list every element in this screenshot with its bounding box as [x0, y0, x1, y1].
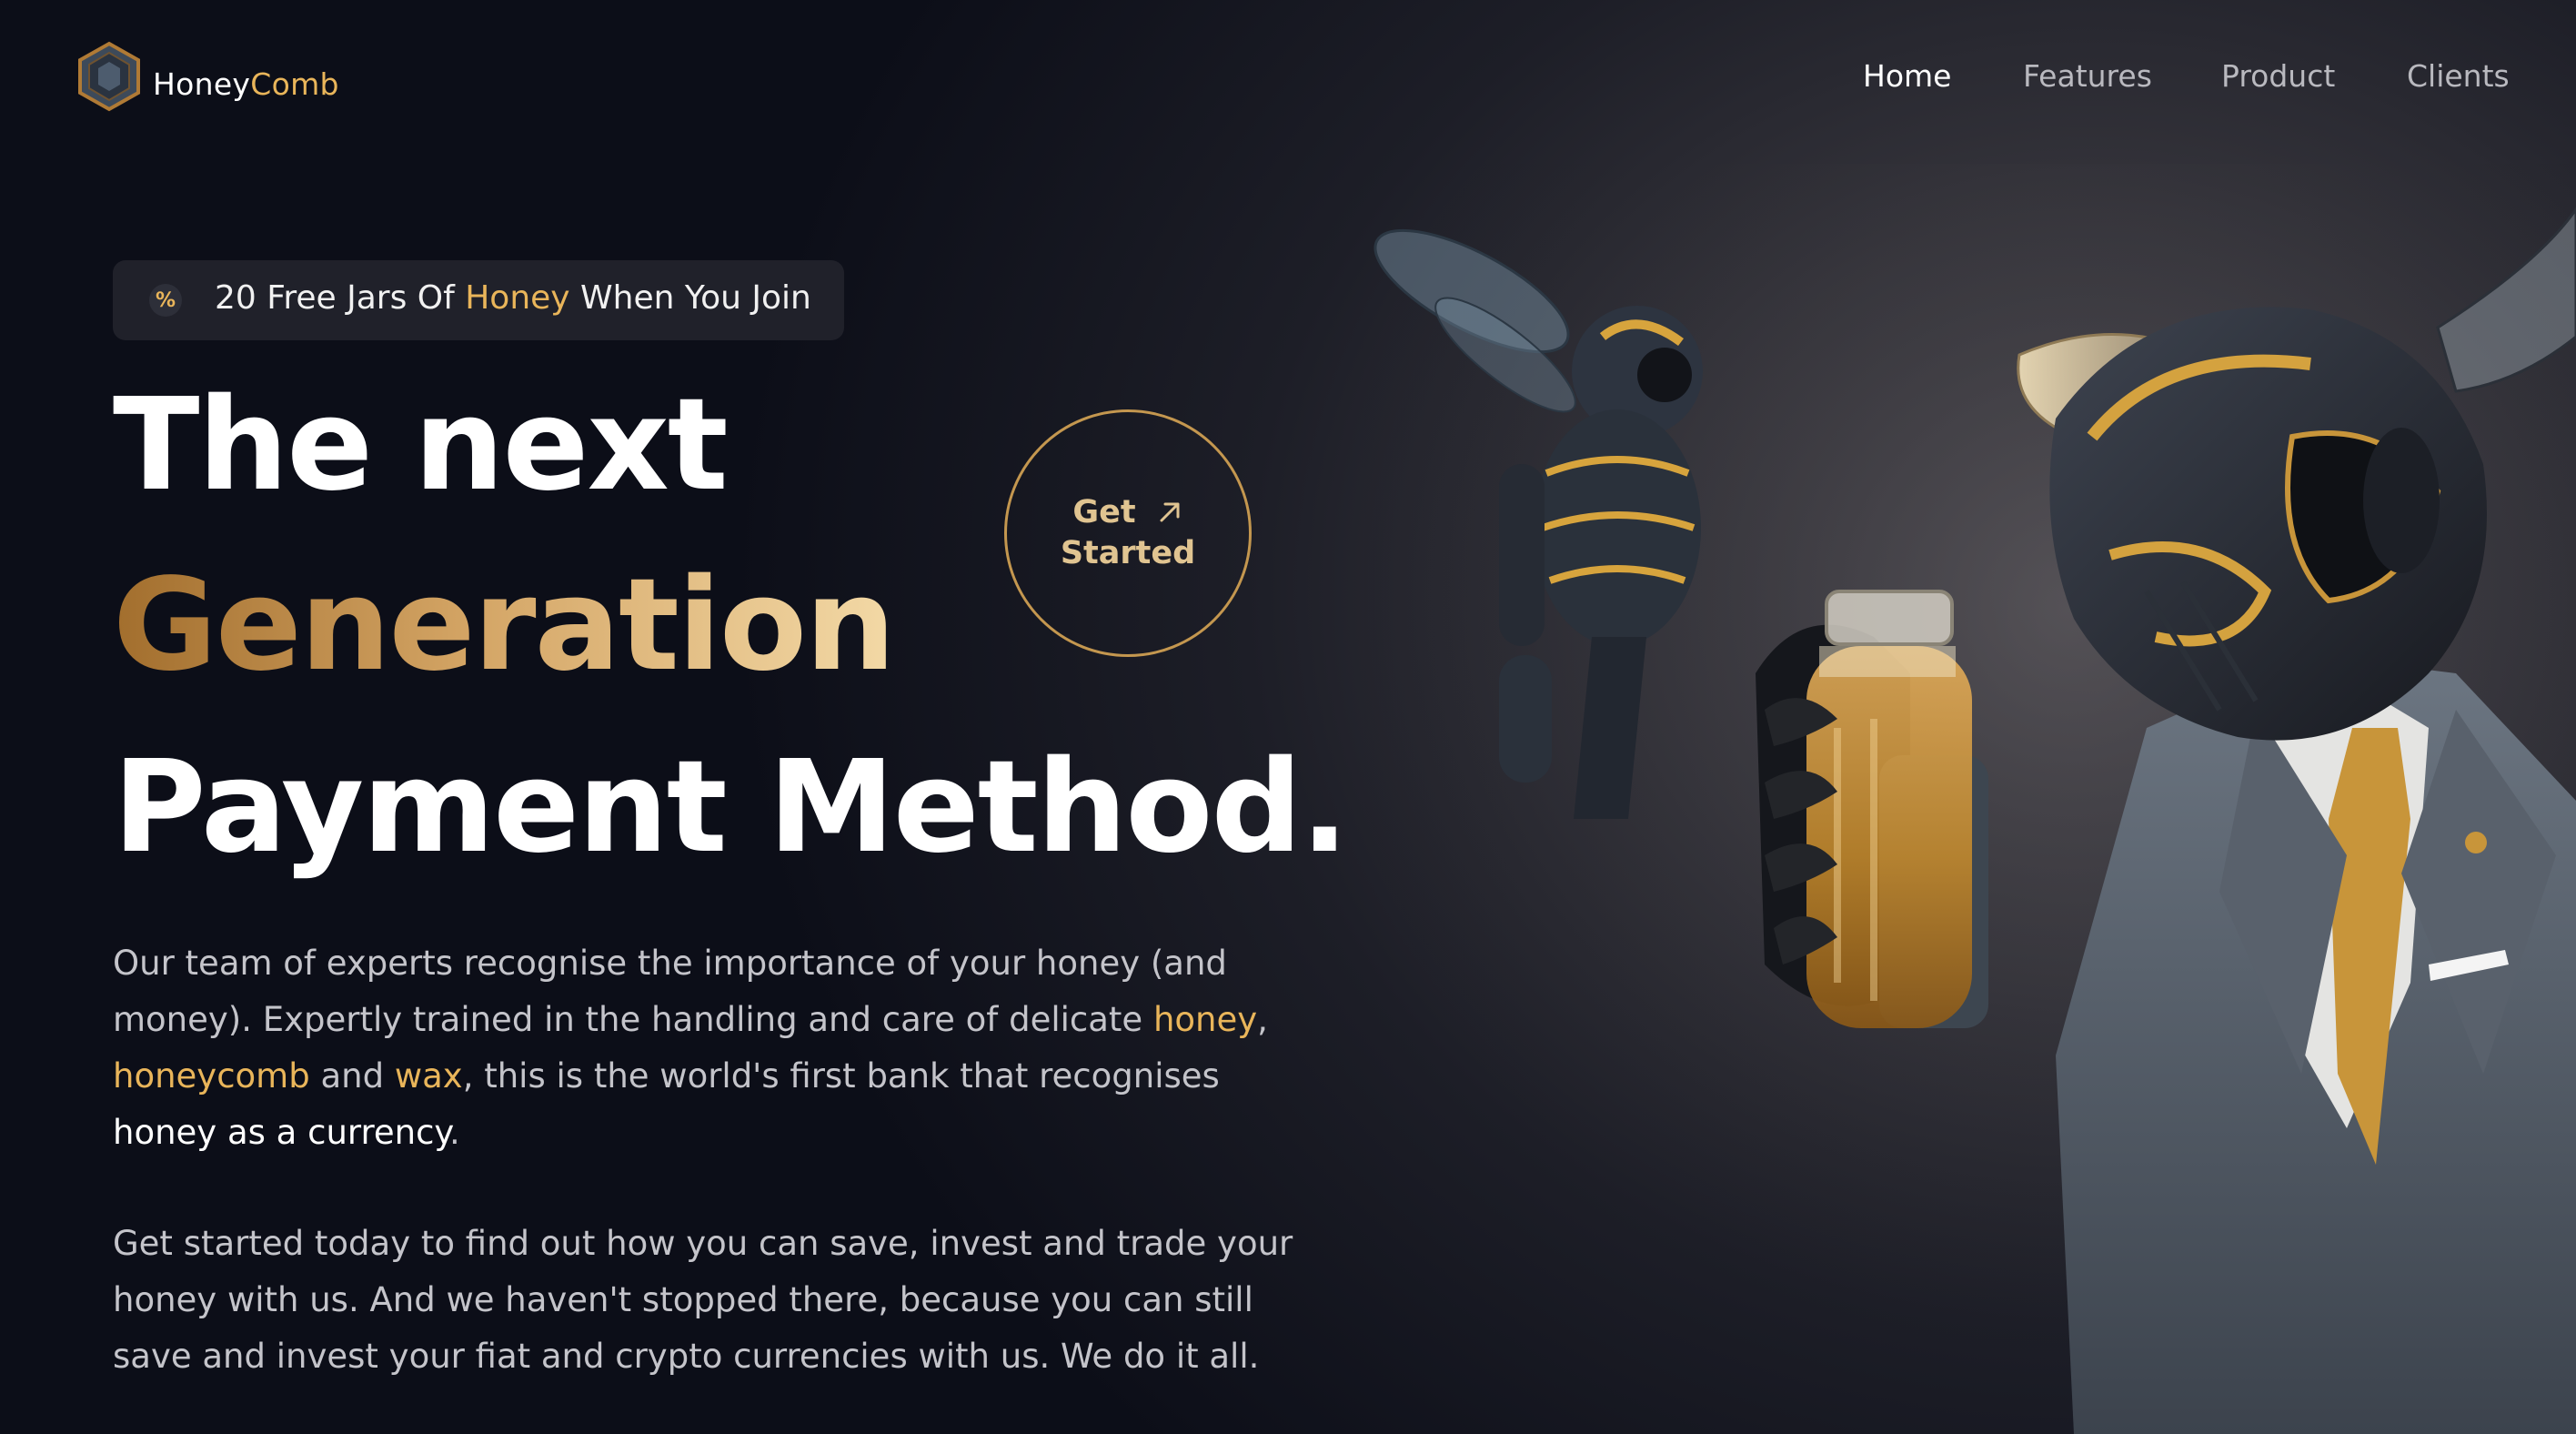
intro-paragraph: Our team of experts recognise the import…: [113, 935, 1313, 1161]
percent-icon: %: [149, 284, 182, 317]
arrow-up-right-icon: [1160, 502, 1180, 522]
highlight-honeycomb: honeycomb: [113, 1056, 310, 1096]
nav-item-features[interactable]: Features: [2023, 58, 2152, 94]
hero-title-line3: Payment Method.: [113, 733, 1349, 882]
promo-text-before: 20 Free Jars Of: [215, 279, 466, 317]
promo-text-after: When You Join: [569, 279, 811, 317]
nav-item-home[interactable]: Home: [1863, 58, 1951, 94]
intro-text-2: ,: [1257, 1000, 1268, 1039]
get-started-label-line2: Started: [1060, 535, 1196, 571]
promo-text: 20 Free Jars Of Honey When You Join: [215, 279, 811, 317]
intro-text-3: and: [309, 1056, 395, 1096]
get-started-label-line1: Get: [1072, 493, 1136, 530]
highlight-currency: honey as a currency: [113, 1113, 450, 1152]
promo-badge[interactable]: % 20 Free Jars Of Honey When You Join: [113, 260, 844, 340]
highlight-wax: wax: [394, 1056, 463, 1096]
get-started-button[interactable]: Get Started: [1004, 409, 1252, 657]
hero-title-gradient-word: Generation: [113, 551, 896, 700]
nav-item-product[interactable]: Product: [2221, 58, 2335, 94]
highlight-honey: honey: [1152, 1000, 1258, 1039]
intro-text-1: Our team of experts recognise the import…: [113, 944, 1227, 1039]
get-started-paragraph: Get started today to find out how you ca…: [113, 1224, 1293, 1376]
intro-text-5: .: [449, 1113, 460, 1152]
hero-bee-illustration: [1364, 164, 2576, 1434]
promo-text-highlight: Honey: [465, 279, 570, 317]
main-nav: Home Features Product Clients: [0, 58, 2576, 100]
hero-title-line1: The next: [113, 371, 729, 520]
hero-title-line2: Generation: [113, 562, 896, 690]
intro-text-4: , this is the world's first bank that re…: [462, 1056, 1220, 1096]
nav-item-clients[interactable]: Clients: [2407, 58, 2510, 94]
